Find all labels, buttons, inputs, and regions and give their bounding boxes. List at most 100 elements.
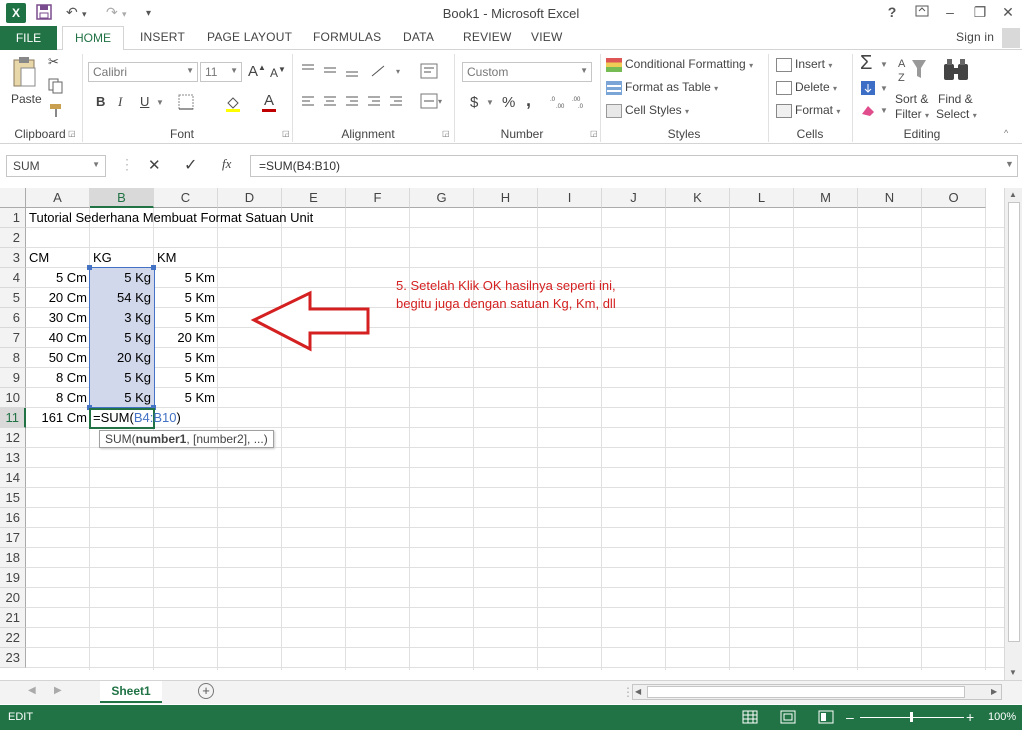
format-as-table-button[interactable]: Format as Table ▾ — [606, 80, 718, 95]
cell-a1[interactable]: Tutorial Sederhana Membuat Format Satuan… — [26, 208, 316, 228]
cell-c4[interactable]: 5 Km — [154, 268, 218, 288]
tab-page-layout[interactable]: PAGE LAYOUT — [207, 30, 292, 44]
column-header[interactable]: A — [26, 188, 90, 208]
clipboard-launcher-icon[interactable]: ◲ — [68, 129, 76, 138]
chevron-down-icon[interactable]: ▼ — [880, 60, 888, 69]
column-header[interactable]: E — [282, 188, 346, 208]
cut-icon[interactable]: ✂ — [48, 54, 59, 70]
row-header[interactable]: 21 — [0, 608, 26, 628]
column-header[interactable]: F — [346, 188, 410, 208]
minimize-button[interactable]: – — [938, 4, 962, 20]
bold-button[interactable]: B — [96, 94, 105, 109]
column-header[interactable]: K — [666, 188, 730, 208]
tab-insert[interactable]: INSERT — [140, 30, 185, 44]
help-button[interactable]: ? — [880, 4, 904, 20]
zoom-slider-thumb[interactable] — [910, 712, 913, 722]
find-select-button[interactable]: Select ▾ — [936, 107, 977, 121]
page-break-view-icon[interactable] — [818, 710, 834, 727]
column-header[interactable]: B — [90, 188, 154, 208]
expand-formula-bar-icon[interactable]: ▼ — [1005, 159, 1014, 169]
decrease-decimal-icon[interactable]: .00.0 — [572, 94, 592, 113]
cell-a9[interactable]: 8 Cm — [26, 368, 90, 388]
tab-review[interactable]: REVIEW — [463, 30, 512, 44]
increase-decimal-icon[interactable]: .0.00 — [550, 94, 570, 113]
sort-filter-label-1[interactable]: Sort & — [895, 92, 928, 106]
cell-b4[interactable]: 5 Kg — [90, 268, 154, 288]
font-color-button[interactable]: A — [262, 92, 276, 112]
chevron-down-icon[interactable]: ▼ — [880, 106, 888, 115]
row-header[interactable]: 8 — [0, 348, 26, 368]
row-header[interactable]: 18 — [0, 548, 26, 568]
name-box[interactable]: SUM ▼ — [6, 155, 106, 177]
horizontal-scrollbar[interactable]: ◀ ▶ — [632, 684, 1002, 700]
italic-button[interactable]: I — [118, 94, 122, 110]
font-size-select[interactable]: 11 ▼ — [200, 62, 242, 82]
scroll-down-icon[interactable]: ▼ — [1009, 668, 1017, 677]
enter-entry-button[interactable]: ✓ — [184, 155, 197, 175]
cell-b8[interactable]: 20 Kg — [90, 348, 154, 368]
row-header[interactable]: 6 — [0, 308, 26, 328]
tab-view[interactable]: VIEW — [531, 30, 562, 44]
cell-b3[interactable]: KG — [90, 248, 115, 268]
number-format-select[interactable]: Custom ▼ — [462, 62, 592, 82]
cell-a5[interactable]: 20 Cm — [26, 288, 90, 308]
cell-a11[interactable]: 161 Cm — [26, 408, 90, 428]
cell-b6[interactable]: 3 Kg — [90, 308, 154, 328]
cell-c3[interactable]: KM — [154, 248, 180, 268]
font-name-select[interactable]: Calibri ▼ — [88, 62, 198, 82]
cell-a7[interactable]: 40 Cm — [26, 328, 90, 348]
row-header[interactable]: 7 — [0, 328, 26, 348]
fill-color-icon[interactable] — [224, 94, 242, 115]
row-header[interactable]: 13 — [0, 448, 26, 468]
cell-b11-formula[interactable]: =SUM(B4:B10) — [90, 408, 184, 428]
row-header[interactable]: 10 — [0, 388, 26, 408]
insert-cells-button[interactable]: Insert ▾ — [776, 57, 832, 72]
underline-button[interactable]: U — [140, 94, 149, 109]
cell-c5[interactable]: 5 Km — [154, 288, 218, 308]
collapse-ribbon-icon[interactable]: ^ — [1004, 128, 1008, 138]
column-header[interactable]: H — [474, 188, 538, 208]
row-header[interactable]: 20 — [0, 588, 26, 608]
cell-a10[interactable]: 8 Cm — [26, 388, 90, 408]
cell-a4[interactable]: 5 Cm — [26, 268, 90, 288]
column-header[interactable]: C — [154, 188, 218, 208]
row-header[interactable]: 22 — [0, 628, 26, 648]
number-launcher-icon[interactable]: ◲ — [590, 129, 598, 138]
vertical-scrollbar[interactable]: ▲ ▼ — [1004, 188, 1022, 682]
worksheet-grid[interactable]: ABCDEFGHIJKLMNO 1 2 3 4 5 6 7 8 9 10 11 12 13 14 15 16 1… — [0, 188, 1004, 670]
horizontal-scroll-thumb[interactable] — [647, 686, 965, 698]
cell-b9[interactable]: 5 Kg — [90, 368, 154, 388]
cell-b10[interactable]: 5 Kg — [90, 388, 154, 408]
zoom-level[interactable]: 100% — [988, 711, 1016, 723]
cell-a6[interactable]: 30 Cm — [26, 308, 90, 328]
cell-styles-button[interactable]: Cell Styles ▾ — [606, 103, 689, 118]
merge-center-icon[interactable]: ▾ — [420, 92, 444, 113]
row-header[interactable]: 14 — [0, 468, 26, 488]
scroll-right-icon[interactable]: ▶ — [991, 687, 997, 696]
cell-a3[interactable]: CM — [26, 248, 52, 268]
grow-font-button[interactable]: A▲ — [248, 63, 266, 80]
insert-function-button[interactable]: fx — [222, 156, 231, 172]
column-header[interactable]: J — [602, 188, 666, 208]
sort-filter-icon[interactable]: AZ — [898, 56, 928, 87]
row-header[interactable]: 9 — [0, 368, 26, 388]
row-header[interactable]: 17 — [0, 528, 26, 548]
font-launcher-icon[interactable]: ◲ — [282, 129, 290, 138]
shrink-font-button[interactable]: A▼ — [270, 65, 286, 80]
cell-c6[interactable]: 5 Km — [154, 308, 218, 328]
wrap-text-icon[interactable] — [420, 62, 438, 83]
chevron-down-icon[interactable]: ▼ — [156, 98, 164, 107]
comma-button[interactable]: , — [526, 90, 531, 111]
paste-button[interactable]: Paste — [11, 92, 42, 106]
cancel-entry-button[interactable]: ✕ — [148, 156, 161, 174]
formula-input[interactable]: =SUM(B4:B10) — [250, 155, 1018, 177]
alignment-launcher-icon[interactable]: ◲ — [442, 129, 450, 138]
chevron-down-icon[interactable]: ▼ — [880, 84, 888, 93]
row-header[interactable]: 15 — [0, 488, 26, 508]
column-header[interactable]: L — [730, 188, 794, 208]
row-header[interactable]: 12 — [0, 428, 26, 448]
copy-icon[interactable] — [48, 78, 64, 97]
column-header[interactable]: G — [410, 188, 474, 208]
cell-b7[interactable]: 5 Kg — [90, 328, 154, 348]
next-sheet-icon[interactable]: ▶ — [54, 685, 62, 696]
